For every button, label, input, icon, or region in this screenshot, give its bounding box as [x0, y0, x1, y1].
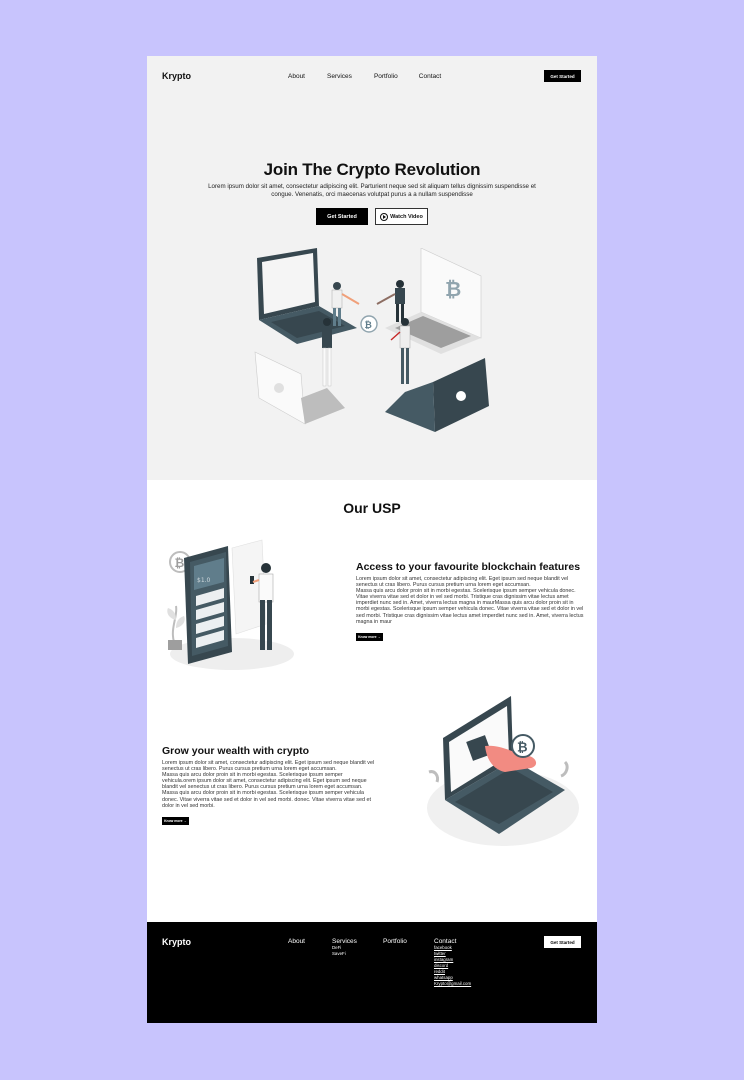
usp-item-heading: Grow your wealth with crypto: [162, 745, 310, 757]
person-figure: [322, 318, 332, 387]
watch-video-button[interactable]: Watch Video: [375, 208, 428, 225]
usp-item-body: Lorem ipsum dolor sit amet, consectetur …: [162, 760, 375, 809]
usp-item-body: Lorem ipsum dolor sit amet, consectetur …: [356, 576, 584, 625]
watch-video-label: Watch Video: [390, 213, 423, 220]
smartphone-icon: $1.0: [184, 546, 232, 664]
mobile-app-illustration: ₿ $1.0: [167, 539, 294, 670]
usp-item-grow-wealth: Grow your wealth with crypto Lorem ipsum…: [162, 745, 377, 827]
person-figure: [376, 280, 405, 322]
footer-services-column: Services DeFi SaveFi: [332, 938, 357, 957]
hero-title: Join The Crypto Revolution: [263, 160, 481, 179]
nav-get-started-button[interactable]: Get Started: [544, 70, 581, 82]
footer-link-services[interactable]: Services: [332, 938, 357, 945]
footer-get-started-button[interactable]: Get Started: [544, 936, 581, 948]
know-more-button[interactable]: Know more →: [162, 816, 189, 825]
footer-contact-column: Contact facebook twitter instagram disco…: [434, 938, 471, 987]
svg-text:₿: ₿: [175, 556, 185, 570]
svg-text:₿: ₿: [365, 320, 372, 331]
brand-logo[interactable]: Krypto: [162, 71, 191, 81]
svg-text:₿: ₿: [517, 741, 528, 756]
crypto-community-illustration: ₿ ₿: [254, 248, 489, 432]
footer-link-about[interactable]: About: [288, 938, 305, 945]
usp-item-heading: Access to your favourite blockchain feat…: [356, 561, 581, 573]
footer-about-column: About: [288, 938, 305, 945]
laptop-icon: [254, 351, 345, 425]
footer-link-email[interactable]: Krypto@gmail.com: [434, 981, 471, 987]
footer-link-contact[interactable]: Contact: [434, 938, 471, 945]
know-more-button[interactable]: Know more →: [356, 632, 383, 641]
hero-section: Krypto About Services Portfolio Contact …: [147, 56, 597, 480]
site-footer: Krypto About Services DeFi SaveFi Portfo…: [147, 922, 597, 1023]
laptop-icon: [385, 358, 489, 432]
nav-link-portfolio[interactable]: Portfolio: [374, 73, 398, 80]
svg-text:$1.0: $1.0: [197, 577, 211, 584]
footer-logo[interactable]: Krypto: [162, 937, 191, 947]
footer-link-portfolio[interactable]: Portfolio: [383, 938, 407, 945]
footer-portfolio-column: Portfolio: [383, 938, 407, 945]
footer-link-savefi[interactable]: SaveFi: [332, 951, 357, 957]
usp-section-title: Our USP: [343, 500, 401, 516]
nav-link-about[interactable]: About: [288, 73, 305, 80]
hero-subtitle: Lorem ipsum dolor sit amet, consectetur …: [208, 183, 536, 198]
landing-page: Krypto About Services Portfolio Contact …: [147, 56, 597, 1023]
usp-item-blockchain-features: Access to your favourite blockchain feat…: [356, 561, 584, 643]
play-icon: [380, 212, 389, 221]
svg-text:₿: ₿: [445, 277, 461, 301]
bitcoin-coin-icon: ₿: [360, 315, 378, 333]
hero-get-started-button[interactable]: Get Started: [316, 208, 368, 225]
nav-link-contact[interactable]: Contact: [419, 73, 441, 80]
nav-links: About Services Portfolio Contact: [288, 73, 441, 80]
nav-link-services[interactable]: Services: [327, 73, 352, 80]
bitcoin-coin-icon: ₿: [511, 734, 535, 758]
top-navbar: Krypto About Services Portfolio Contact …: [147, 56, 597, 96]
laptop-hand-illustration: ₿: [427, 696, 579, 846]
plant-icon: [167, 605, 185, 650]
